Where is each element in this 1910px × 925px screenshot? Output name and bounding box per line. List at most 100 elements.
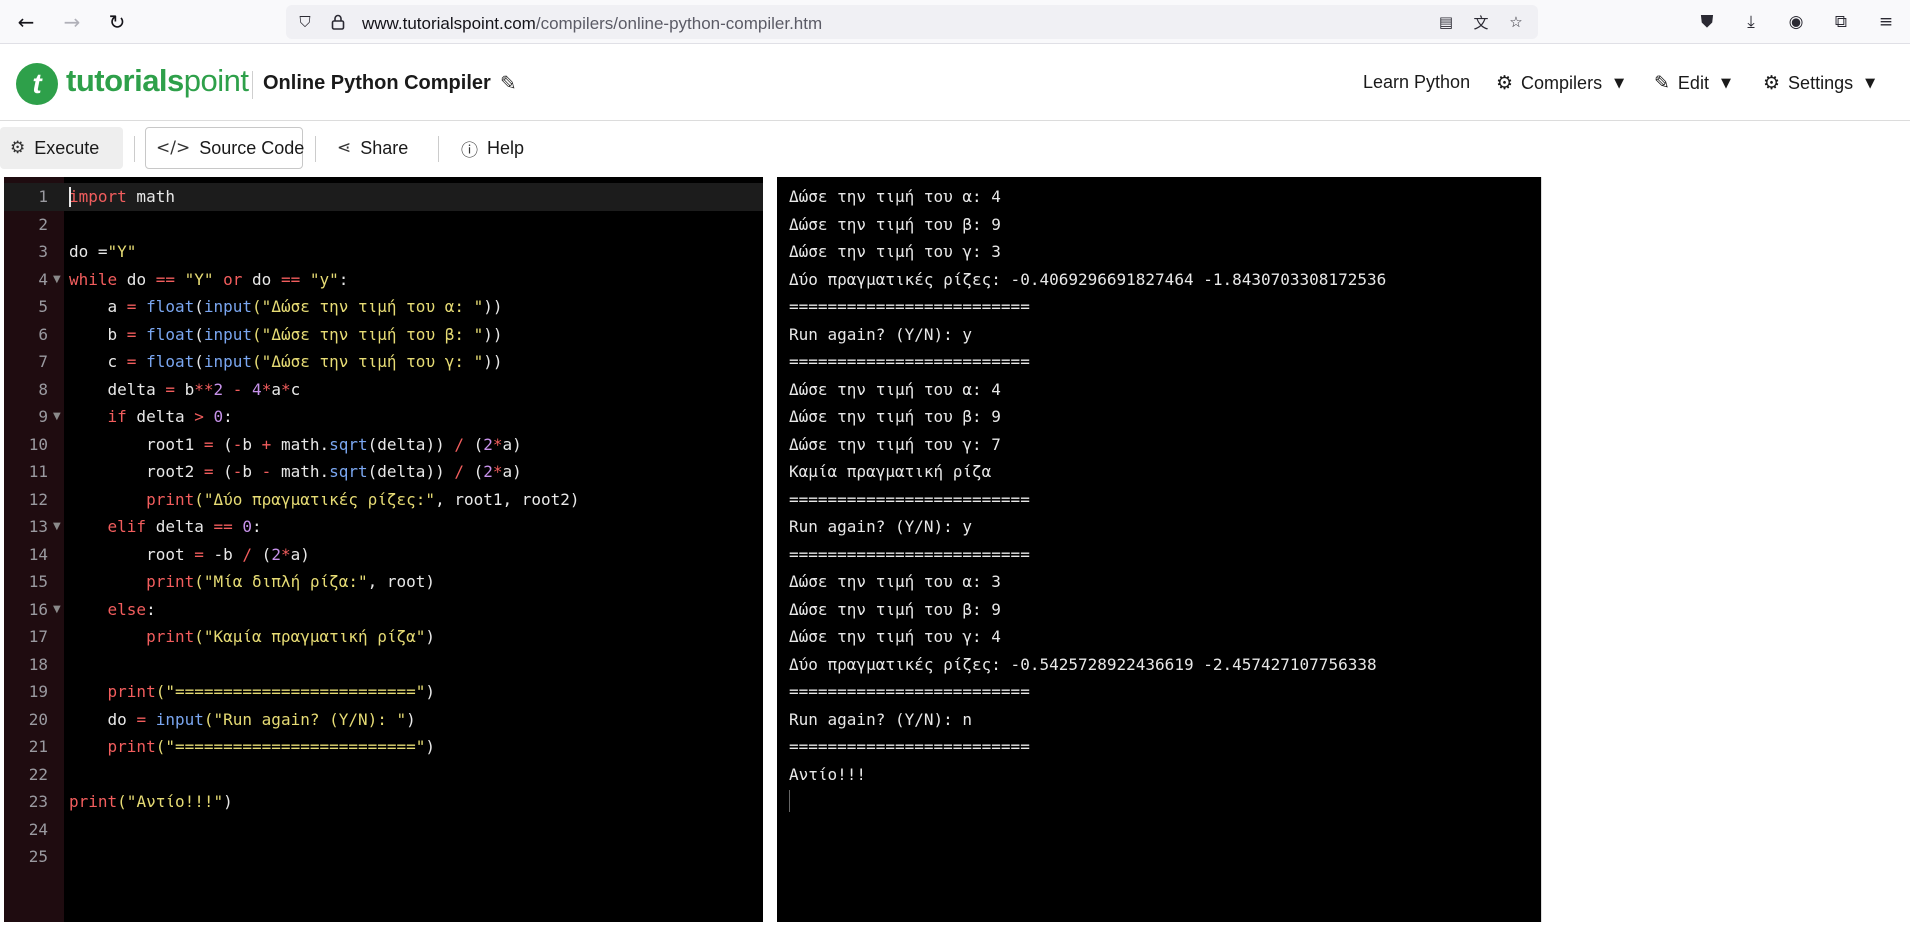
code-line[interactable]: 24 bbox=[4, 816, 763, 844]
code-line[interactable]: 2 bbox=[4, 211, 763, 239]
code-line[interactable]: 11 root2 = (-b - math.sqrt(delta)) / (2*… bbox=[4, 458, 763, 486]
url-text[interactable]: www.tutorialspoint.com/compilers/online-… bbox=[362, 14, 822, 34]
shield-icon[interactable]: ⛉ bbox=[294, 11, 316, 33]
code-line[interactable]: 20 do = input("Run again? (Y/N): ") bbox=[4, 706, 763, 734]
code-line[interactable]: 6 b = float(input("Δώσε την τιμή του β: … bbox=[4, 321, 763, 349]
share-button[interactable]: ⋖ Share bbox=[327, 127, 418, 169]
code-token: - bbox=[232, 462, 243, 481]
code-line[interactable]: 21 print("=========================") bbox=[4, 733, 763, 761]
code-token: = bbox=[126, 324, 137, 344]
fold-arrow-icon[interactable]: ▼ bbox=[53, 266, 61, 294]
code-line[interactable]: 7 c = float(input("Δώσε την τιμή του γ: … bbox=[4, 348, 763, 376]
code-line[interactable]: 17 print("Καμία πραγματική ρίζα") bbox=[4, 623, 763, 651]
source-code-label: Source Code bbox=[199, 137, 305, 158]
star-icon[interactable]: ☆ bbox=[1505, 11, 1527, 33]
code-line[interactable]: 13 ▼ elif delta == 0: bbox=[4, 513, 763, 541]
output-line: Καμία πραγματική ρίζα bbox=[789, 462, 992, 481]
code-line[interactable]: 1 import math bbox=[4, 183, 763, 211]
code-line[interactable]: 23 print("Αντίο!!!") bbox=[4, 788, 763, 816]
output-line: ========================= bbox=[789, 737, 1030, 756]
code-token: 2 bbox=[483, 462, 493, 481]
line-number: 19 bbox=[28, 682, 48, 701]
output-line: Αντίο!!! bbox=[789, 764, 867, 784]
download-icon[interactable]: ⤓ bbox=[1737, 8, 1765, 36]
code-line[interactable]: 4 ▼ while do == "Y" or do == "y": bbox=[4, 266, 763, 294]
page-title: Online Python Compiler bbox=[263, 72, 491, 94]
code-token: (delta)) bbox=[367, 462, 455, 481]
code-token: while bbox=[69, 269, 118, 289]
code-token: do bbox=[69, 709, 137, 729]
arrow-right-icon: → bbox=[63, 10, 81, 34]
forward-button[interactable]: → bbox=[58, 8, 86, 36]
source-code-button[interactable]: </> Source Code bbox=[145, 127, 305, 169]
translate-icon[interactable]: 文 bbox=[1470, 11, 1492, 33]
line-number: 22 bbox=[28, 764, 48, 784]
output-line: Δώσε την τιμή του γ: 7 bbox=[789, 434, 1001, 454]
output-line: Δώσε την τιμή του α: 4 bbox=[789, 379, 1001, 399]
help-button[interactable]: ⓘ Help bbox=[451, 127, 534, 169]
logo-text[interactable]: tutorialspoint bbox=[66, 63, 249, 99]
code-line[interactable]: 8 delta = b**2 - 4*a*c bbox=[4, 376, 763, 404]
code-line[interactable]: 22 bbox=[4, 761, 763, 789]
puzzle-icon[interactable]: ⧉ bbox=[1827, 8, 1855, 36]
reload-button[interactable]: ↻ bbox=[103, 8, 131, 36]
code-line[interactable]: 9 ▼ if delta > 0: bbox=[4, 403, 763, 431]
code-line[interactable]: 25 bbox=[4, 843, 763, 871]
code-token: ) bbox=[425, 737, 436, 756]
code-token: delta bbox=[69, 379, 166, 399]
settings-menu[interactable]: ⚙ Settings ▼ bbox=[1763, 72, 1875, 94]
code-token: : bbox=[338, 269, 349, 289]
toolbar-divider bbox=[315, 136, 316, 162]
code-line[interactable]: 18 bbox=[4, 651, 763, 679]
fold-arrow-icon[interactable]: ▼ bbox=[53, 403, 61, 431]
reader-view-icon[interactable]: ▤ bbox=[1435, 11, 1457, 33]
logo-mark[interactable]: t bbox=[16, 63, 58, 105]
code-line[interactable]: 10 root1 = (-b + math.sqrt(delta)) / (2*… bbox=[4, 431, 763, 459]
code-line[interactable]: 5 a = float(input("Δώσε την τιμή του α: … bbox=[4, 293, 763, 321]
code-token: "y" bbox=[300, 269, 339, 289]
lock-icon[interactable] bbox=[327, 11, 349, 33]
code-token: input bbox=[203, 352, 253, 371]
fold-arrow-icon[interactable]: ▼ bbox=[53, 513, 61, 541]
compilers-menu[interactable]: ⚙ Compilers ▼ bbox=[1496, 72, 1624, 94]
site-header: t tutorialspoint Online Python Compiler … bbox=[0, 45, 1910, 121]
code-line[interactable]: 3 do ="Y" bbox=[4, 238, 763, 266]
line-number: 5 bbox=[38, 297, 48, 316]
code-token: )) bbox=[483, 352, 503, 371]
back-button[interactable]: ← bbox=[12, 8, 40, 36]
output-terminal[interactable]: Δώσε την τιμή του α: 4 Δώσε την τιμή του … bbox=[777, 177, 1541, 922]
address-bar[interactable]: ⛉ www.tutorialspoint.com/compilers/onlin… bbox=[286, 5, 1538, 39]
logo-light: point bbox=[183, 63, 249, 98]
code-token: = bbox=[203, 434, 214, 454]
code-token: ( bbox=[463, 434, 484, 454]
hamburger-menu-icon[interactable]: ≡ bbox=[1872, 8, 1900, 36]
code-token: b bbox=[242, 434, 262, 454]
line-number: 1 bbox=[38, 187, 48, 206]
line-number: 24 bbox=[28, 819, 48, 839]
line-number: 15 bbox=[28, 572, 48, 591]
output-line: Δώσε την τιμή του α: 3 bbox=[789, 572, 1001, 591]
account-icon[interactable]: ◉ bbox=[1782, 8, 1810, 36]
execute-button[interactable]: ⚙ Execute bbox=[0, 127, 123, 169]
code-token: 2 bbox=[483, 434, 493, 454]
learn-python-link[interactable]: Learn Python bbox=[1363, 72, 1470, 93]
code-token: ( bbox=[194, 324, 204, 344]
code-line[interactable]: 14 root = -b / (2*a) bbox=[4, 541, 763, 569]
code-token: a) bbox=[290, 544, 310, 564]
pocket-icon[interactable]: ⛊ bbox=[1693, 8, 1721, 36]
output-line: Run again? (Y/N): n bbox=[789, 709, 973, 729]
code-token: if bbox=[69, 407, 127, 426]
code-line[interactable]: 19 print("=========================") bbox=[4, 678, 763, 706]
code-line[interactable]: 15 print("Μία διπλή ρίζα:", root) bbox=[4, 568, 763, 596]
fold-arrow-icon[interactable]: ▼ bbox=[53, 596, 61, 624]
code-token: sqrt bbox=[329, 462, 368, 481]
edit-title-icon[interactable]: ✎ bbox=[500, 71, 517, 95]
code-line[interactable]: 16 ▼ else: bbox=[4, 596, 763, 624]
code-token: 0 bbox=[203, 407, 224, 426]
code-token: , root) bbox=[367, 572, 436, 591]
edit-menu[interactable]: ✎ Edit ▼ bbox=[1654, 72, 1731, 94]
code-editor[interactable]: 1 import math 2 3 do ="Y" 4 ▼ while do == "Y… bbox=[4, 177, 763, 922]
code-token: else bbox=[69, 599, 147, 619]
code-line[interactable]: 12 print("Δύο πραγματικές ρίζες:", root1… bbox=[4, 486, 763, 514]
code-token: print bbox=[69, 682, 156, 701]
